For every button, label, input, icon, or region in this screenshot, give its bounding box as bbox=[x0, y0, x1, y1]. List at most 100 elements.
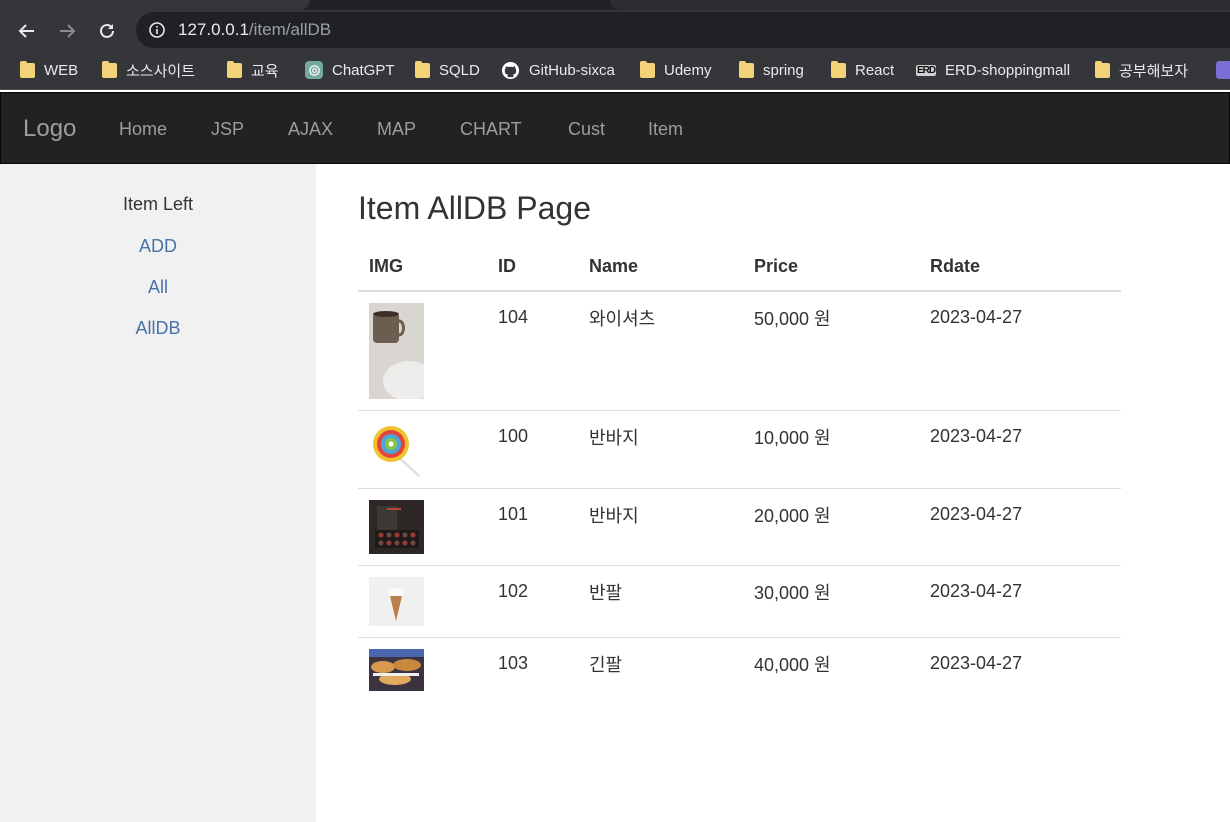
url-host: 127.0.0.1 bbox=[178, 20, 249, 39]
bookmark-label: 소스사이트 bbox=[126, 62, 196, 80]
bookmark-label: spring bbox=[763, 61, 804, 79]
bookmark-label: SQLD bbox=[439, 61, 480, 79]
cell-name: 긴팔 bbox=[589, 655, 623, 675]
ice-cream-cone-image[interactable] bbox=[369, 577, 424, 626]
pancakes-image[interactable] bbox=[369, 649, 424, 691]
nav-item[interactable]: Item bbox=[648, 119, 683, 140]
column-header-price: Price bbox=[754, 256, 799, 276]
bookmark-label: ChatGPT bbox=[332, 61, 395, 79]
forward-arrow-icon[interactable] bbox=[54, 18, 80, 44]
partial-bookmark-icon bbox=[1216, 61, 1230, 79]
column-header-name: Name bbox=[589, 256, 639, 276]
bookmark-label: ERD-shoppingmall bbox=[945, 61, 1071, 79]
nav-chart[interactable]: CHART bbox=[460, 119, 522, 140]
cell-rdate: 2023-04-27 bbox=[930, 426, 1023, 446]
table-row: 102 반팔 30,000 원 2023-04-27 bbox=[358, 566, 1121, 638]
chatgpt-icon bbox=[305, 61, 323, 79]
cell-price: 30,000 원 bbox=[754, 583, 831, 603]
bookmark-spring[interactable]: spring bbox=[739, 59, 804, 81]
cell-name: 반바지 bbox=[589, 428, 639, 448]
bookmark-source-sites[interactable]: 소스사이트 bbox=[102, 59, 195, 81]
bookmark-udemy[interactable]: Udemy bbox=[640, 59, 712, 81]
folder-icon bbox=[739, 60, 754, 78]
github-icon bbox=[501, 61, 520, 79]
navbar-brand[interactable]: Logo bbox=[23, 115, 76, 143]
sidebar-link-add[interactable]: ADD bbox=[0, 236, 316, 257]
page-title: Item AllDB Page bbox=[358, 190, 591, 226]
cell-name: 반팔 bbox=[589, 583, 623, 603]
sidebar-title: Item Left bbox=[122, 194, 194, 214]
cell-id: 102 bbox=[498, 581, 529, 601]
bookmark-study[interactable]: 공부해보자 bbox=[1095, 59, 1188, 81]
cell-price: 50,000 원 bbox=[754, 309, 831, 329]
bookmark-label: WEB bbox=[44, 61, 79, 79]
cell-price: 40,000 원 bbox=[754, 655, 831, 675]
folder-icon bbox=[415, 60, 430, 78]
cell-price: 20,000 원 bbox=[754, 506, 831, 526]
erd-icon: ERD bbox=[916, 64, 936, 76]
column-header-rdate: Rdate bbox=[930, 256, 981, 276]
cell-price: 10,000 원 bbox=[754, 428, 831, 448]
nav-map[interactable]: MAP bbox=[377, 119, 416, 140]
folder-icon bbox=[640, 60, 655, 78]
site-navbar: Logo Home JSP AJAX MAP CHART Cust Item bbox=[0, 92, 1230, 164]
table-header: IMG ID Name Price Rdate bbox=[358, 250, 1121, 292]
cell-id: 104 bbox=[498, 307, 529, 327]
folder-icon bbox=[102, 60, 117, 78]
url-path: /item/allDB bbox=[248, 20, 332, 39]
items-table: IMG ID Name Price Rdate 104 와이셔츠 50,000 … bbox=[358, 250, 1121, 702]
cell-id: 101 bbox=[498, 504, 529, 524]
chocolate-box-image[interactable] bbox=[369, 500, 424, 554]
bookmark-web[interactable]: WEB bbox=[20, 59, 78, 81]
nav-home[interactable]: Home bbox=[119, 119, 167, 140]
nav-jsp[interactable]: JSP bbox=[211, 119, 244, 140]
bookmark-label: GitHub-sixca bbox=[529, 61, 615, 79]
table-row: 101 반바지 20,000 원 2023-04-27 bbox=[358, 489, 1121, 566]
inactive-tab[interactable] bbox=[610, 0, 1230, 10]
cell-id: 103 bbox=[498, 653, 529, 673]
address-bar[interactable]: 127.0.0.1/item/allDB bbox=[136, 12, 1230, 48]
bookmark-erd[interactable]: ERD ERD-shoppingmall bbox=[916, 59, 1070, 81]
column-header-img: IMG bbox=[369, 256, 403, 276]
folder-icon bbox=[20, 60, 35, 78]
sidebar-link-alldb[interactable]: AllDB bbox=[0, 318, 316, 339]
coffee-mug-image[interactable] bbox=[369, 303, 424, 399]
folder-icon bbox=[227, 60, 242, 78]
bookmark-sqld[interactable]: SQLD bbox=[415, 59, 480, 81]
cell-rdate: 2023-04-27 bbox=[930, 504, 1023, 524]
bookmark-chatgpt[interactable]: ChatGPT bbox=[305, 59, 395, 81]
browser-tab-strip bbox=[0, 0, 1230, 10]
back-arrow-icon[interactable] bbox=[14, 18, 40, 44]
left-sidebar: Item Left ADD All AllDB bbox=[0, 164, 316, 822]
url-text: 127.0.0.1/item/allDB bbox=[178, 20, 331, 40]
browser-toolbar: 127.0.0.1/item/allDB bbox=[0, 10, 1230, 52]
table-row: 104 와이셔츠 50,000 원 2023-04-27 bbox=[358, 292, 1121, 411]
sidebar-link-all[interactable]: All bbox=[0, 277, 316, 298]
cell-name: 와이셔츠 bbox=[589, 309, 656, 329]
bookmark-label: 교육 bbox=[251, 62, 279, 80]
bookmark-education[interactable]: 교육 bbox=[227, 59, 279, 81]
column-header-id: ID bbox=[498, 256, 516, 276]
bookmark-react[interactable]: React bbox=[831, 59, 894, 81]
reload-icon[interactable] bbox=[94, 18, 120, 44]
bookmark-label: Udemy bbox=[664, 61, 712, 79]
folder-icon bbox=[831, 60, 846, 78]
bookmark-label: React bbox=[855, 61, 895, 79]
active-tab[interactable] bbox=[0, 0, 310, 10]
cell-rdate: 2023-04-27 bbox=[930, 653, 1023, 673]
bookmarks-bar: WEB 소스사이트 교육 ChatGPT SQLD GitHub-sixca U… bbox=[0, 52, 1230, 90]
bookmark-overflow[interactable] bbox=[1216, 59, 1230, 81]
bookmark-label: 공부해보자 bbox=[1119, 62, 1189, 80]
site-info-icon[interactable] bbox=[148, 21, 166, 39]
cell-name: 반바지 bbox=[589, 506, 639, 526]
cell-rdate: 2023-04-27 bbox=[930, 581, 1023, 601]
cell-rdate: 2023-04-27 bbox=[930, 307, 1023, 327]
table-row: 100 반바지 10,000 원 2023-04-27 bbox=[358, 411, 1121, 489]
table-row: 103 긴팔 40,000 원 2023-04-27 bbox=[358, 638, 1121, 702]
nav-ajax[interactable]: AJAX bbox=[288, 119, 333, 140]
folder-icon bbox=[1095, 60, 1110, 78]
bookmark-github[interactable]: GitHub-sixca bbox=[501, 59, 615, 81]
lollipop-image[interactable] bbox=[369, 422, 424, 477]
nav-cust[interactable]: Cust bbox=[568, 119, 605, 140]
main-content: Item AllDB Page IMG ID Name Price Rdate … bbox=[316, 164, 1230, 822]
